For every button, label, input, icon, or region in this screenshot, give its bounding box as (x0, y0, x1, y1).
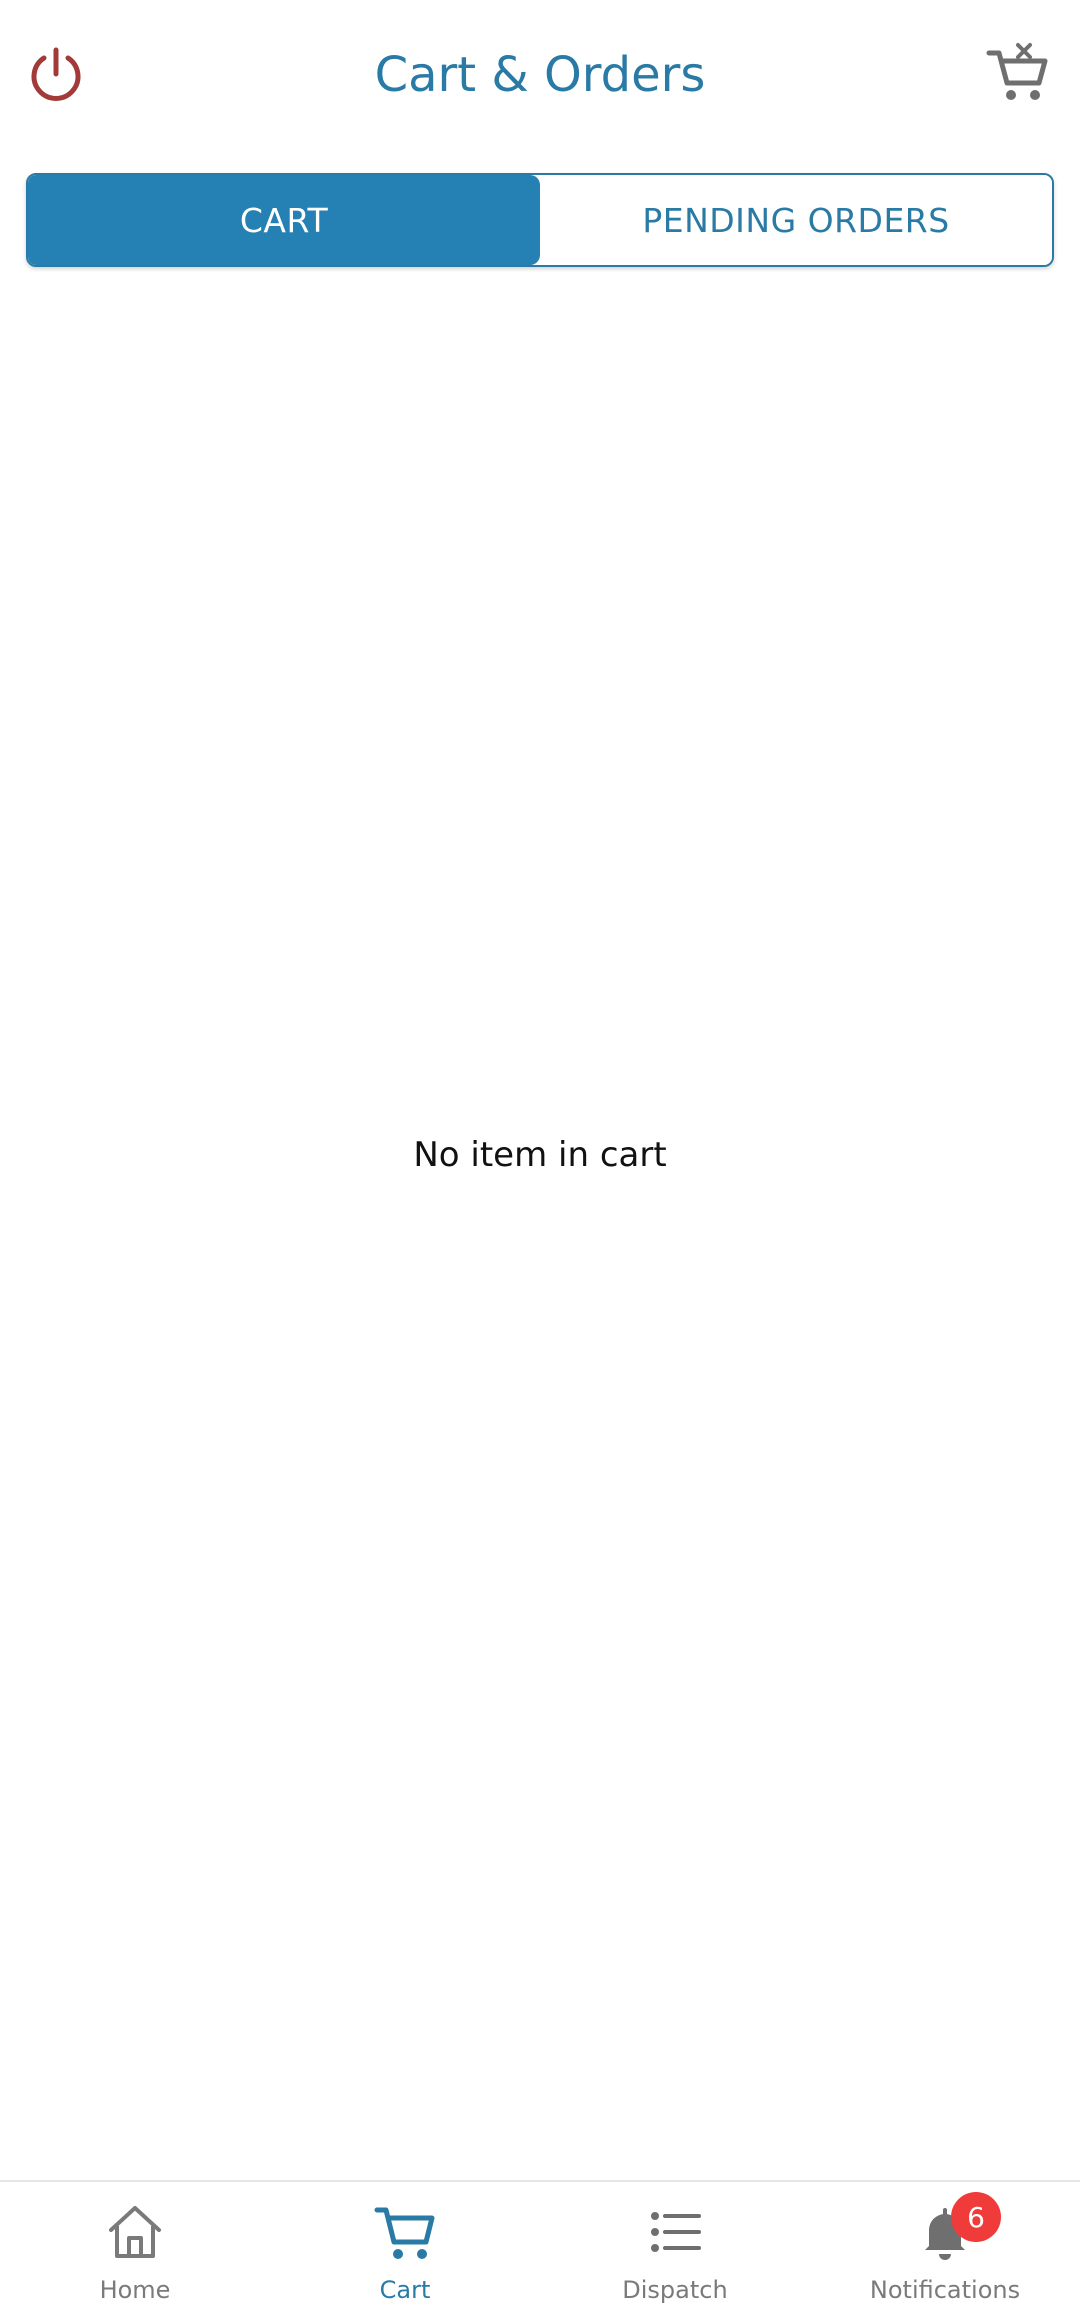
header: Cart & Orders (0, 0, 1080, 150)
bottom-navigation: Home Cart Dispatch 6 Notifications (0, 2180, 1080, 2309)
nav-cart-label: Cart (379, 2276, 431, 2304)
cart-icon (373, 2200, 437, 2264)
list-icon (643, 2200, 707, 2264)
tab-pending-orders[interactable]: PENDING ORDERS (540, 175, 1052, 265)
nav-dispatch[interactable]: Dispatch (540, 2182, 810, 2309)
nav-notifications-label: Notifications (869, 2276, 1021, 2304)
app-root: Cart & Orders CART PENDING ORDERS No ite… (0, 0, 1080, 2309)
home-icon (103, 2200, 167, 2264)
nav-home[interactable]: Home (0, 2182, 270, 2309)
page-title: Cart & Orders (374, 47, 706, 103)
tab-cart[interactable]: CART (28, 175, 540, 265)
empty-cart-message: No item in cart (413, 1135, 667, 1175)
nav-dispatch-label: Dispatch (622, 2276, 728, 2304)
nav-notifications[interactable]: 6 Notifications (810, 2182, 1080, 2309)
cart-remove-icon (986, 43, 1048, 100)
clear-cart-button[interactable] (980, 38, 1056, 108)
notification-badge: 6 (951, 2192, 1001, 2242)
nav-cart[interactable]: Cart (270, 2182, 540, 2309)
cart-orders-tabs: CART PENDING ORDERS (26, 173, 1054, 267)
nav-home-label: Home (99, 2276, 171, 2304)
